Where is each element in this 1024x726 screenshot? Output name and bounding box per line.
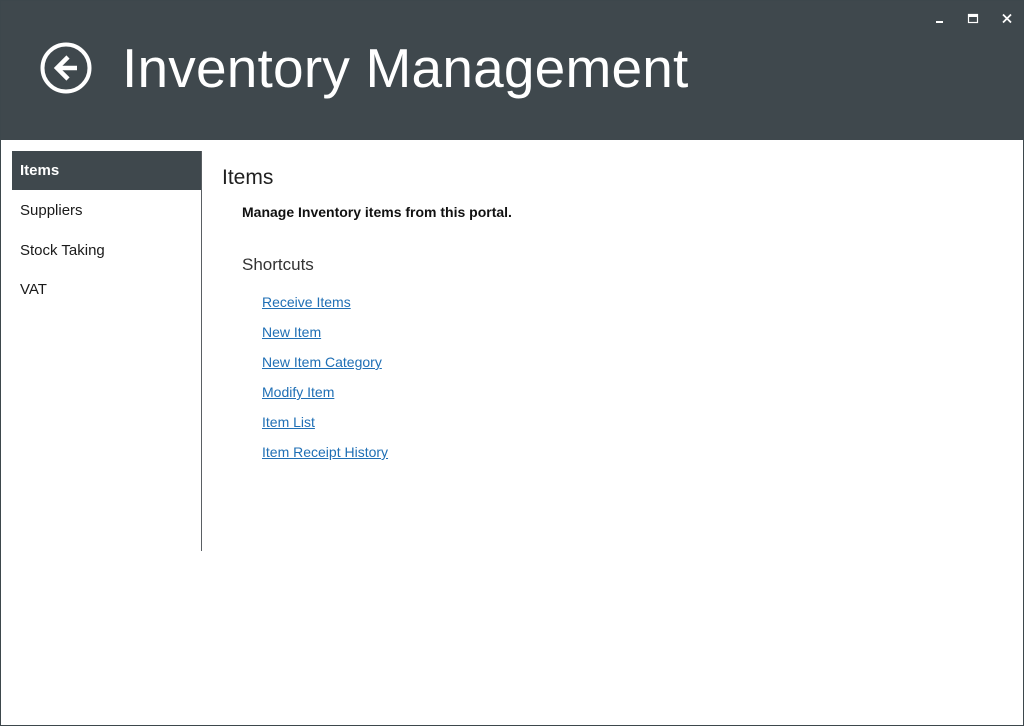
shortcut-new-item-category-link[interactable]: New Item Category: [262, 352, 382, 372]
back-arrow-circle-icon[interactable]: [39, 41, 93, 95]
sidebar-nav: Items Suppliers Stock Taking VAT: [12, 151, 202, 551]
shortcut-receive-items-link[interactable]: Receive Items: [262, 292, 351, 312]
shortcut-modify-item-link[interactable]: Modify Item: [262, 382, 334, 402]
minimize-icon[interactable]: [931, 10, 949, 28]
sidebar-item-items[interactable]: Items: [12, 151, 201, 190]
app-title: Inventory Management: [122, 37, 689, 99]
close-icon[interactable]: [998, 10, 1016, 28]
app-header: Inventory Management: [1, 1, 1023, 140]
page-title: Items: [222, 166, 274, 189]
page-description: Manage Inventory items from this portal.: [242, 204, 512, 220]
sidebar-item-suppliers[interactable]: Suppliers: [12, 191, 201, 230]
shortcut-new-item-link[interactable]: New Item: [262, 322, 321, 342]
shortcuts-heading: Shortcuts: [242, 255, 314, 274]
shortcut-item-receipt-history-link[interactable]: Item Receipt History: [262, 442, 388, 462]
sidebar-item-vat[interactable]: VAT: [12, 270, 201, 309]
maximize-icon[interactable]: [964, 10, 982, 28]
app-window: Inventory Management Items Suppliers Sto…: [0, 0, 1024, 726]
sidebar-item-stock-taking[interactable]: Stock Taking: [12, 231, 201, 270]
shortcut-item-list-link[interactable]: Item List: [262, 412, 315, 432]
